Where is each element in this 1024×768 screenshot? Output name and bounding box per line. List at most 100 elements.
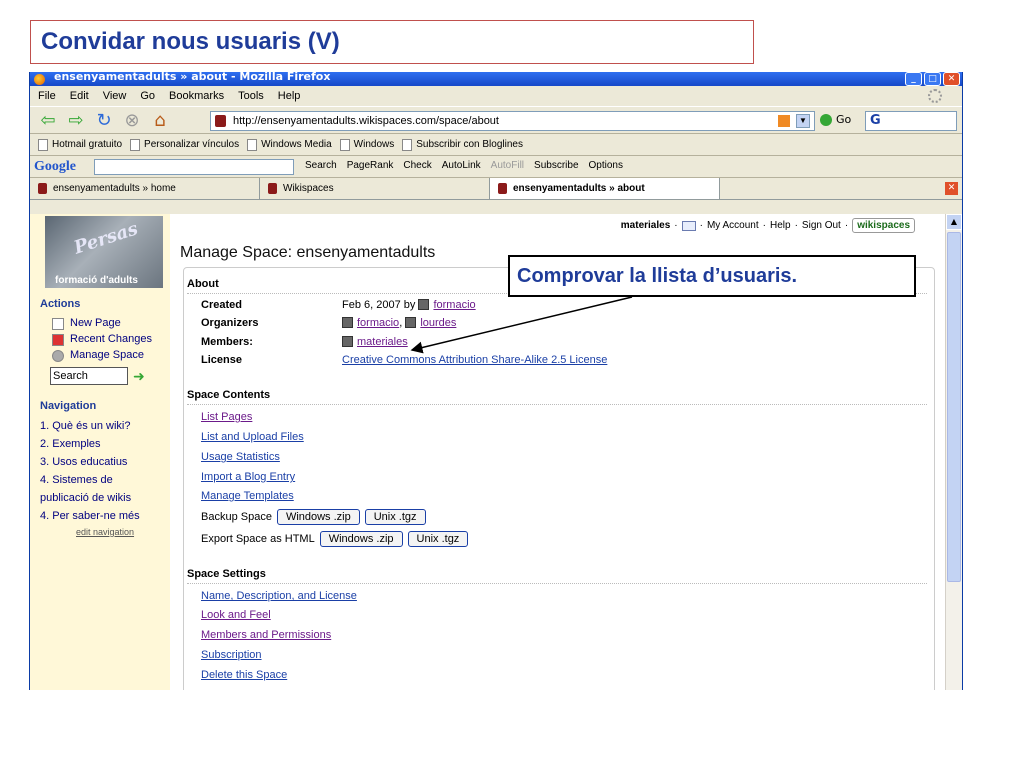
url-dropdown-icon[interactable]: ▼: [796, 114, 810, 128]
menu-view[interactable]: View: [103, 90, 127, 102]
forward-arrow-icon[interactable]: ⇨: [64, 109, 88, 131]
search-go-arrow-icon[interactable]: ➜: [133, 369, 145, 383]
scroll-thumb[interactable]: [947, 232, 961, 582]
edit-navigation-link[interactable]: edit navigation: [76, 527, 134, 537]
back-arrow-icon[interactable]: ⇦: [36, 109, 60, 131]
sidebar-search-input[interactable]: Search: [50, 367, 128, 385]
recent-changes-link[interactable]: Recent Changes: [70, 333, 152, 345]
list-upload-files-link[interactable]: List and Upload Files: [201, 431, 304, 443]
site-logo[interactable]: Persas formació d'adults: [45, 216, 163, 288]
menu-help[interactable]: Help: [278, 90, 301, 102]
list-pages-link[interactable]: List Pages: [201, 411, 252, 423]
maximize-button[interactable]: □: [924, 72, 941, 86]
scroll-up-icon[interactable]: ▲: [946, 214, 962, 230]
autofill-button[interactable]: AutoFill: [491, 160, 524, 171]
pagerank-indicator[interactable]: PageRank: [347, 160, 394, 171]
my-account-link[interactable]: My Account: [707, 220, 759, 231]
tab-wikispaces[interactable]: Wikispaces: [260, 178, 490, 199]
autolink-button[interactable]: AutoLink: [442, 160, 481, 171]
window-title: ensenyamentadults » about - Mozilla Fire…: [54, 72, 331, 83]
license-link[interactable]: Creative Commons Attribution Share-Alike…: [342, 354, 607, 366]
mail-icon[interactable]: [681, 220, 696, 231]
about-heading: About: [187, 278, 219, 290]
nav-item-publicacio[interactable]: publicació de wikis: [40, 492, 131, 504]
new-page-link[interactable]: New Page: [70, 317, 121, 329]
google-search-field[interactable]: [94, 159, 294, 175]
name-description-license-link[interactable]: Name, Description, and License: [201, 590, 357, 602]
navigation-toolbar: ⇦ ⇨ ↻ ⊗ ⌂ http://ensenyamentadults.wikis…: [30, 106, 962, 134]
tab-about[interactable]: ensenyamentadults » about: [490, 178, 720, 199]
nav-item-saber[interactable]: 4. Per saber-ne més: [40, 510, 140, 522]
menu-go[interactable]: Go: [140, 90, 155, 102]
menu-bookmarks[interactable]: Bookmarks: [169, 90, 224, 102]
vertical-scrollbar[interactable]: ▲: [945, 214, 962, 690]
page-icon: [38, 138, 48, 151]
close-window-button[interactable]: ✕: [943, 72, 960, 86]
minimize-button[interactable]: _: [905, 72, 922, 86]
organizer-link[interactable]: lourdes: [420, 317, 456, 329]
wikispaces-favicon-icon: [498, 183, 507, 194]
manage-templates-link[interactable]: Manage Templates: [201, 490, 294, 502]
bookmark-item[interactable]: Hotmail gratuito: [38, 138, 122, 151]
username-link[interactable]: materiales: [621, 220, 670, 231]
bookmark-item[interactable]: Windows: [339, 138, 394, 151]
user-icon: [342, 317, 353, 328]
import-blog-entry-link[interactable]: Import a Blog Entry: [201, 471, 295, 483]
subscribe-button[interactable]: Subscribe: [534, 160, 578, 171]
sidebar: Persas formació d'adults Actions New Pag…: [30, 214, 170, 690]
menu-tools[interactable]: Tools: [238, 90, 264, 102]
wikispaces-button[interactable]: wikispaces: [852, 218, 915, 233]
url-bar[interactable]: http://ensenyamentadults.wikispaces.com/…: [210, 111, 815, 131]
rss-feed-icon[interactable]: [778, 115, 790, 127]
google-toolbar: Google Search PageRank Check AutoLink Au…: [30, 156, 962, 178]
throbber-icon: [928, 89, 942, 103]
go-icon[interactable]: [820, 113, 832, 126]
export-unix-tgz-button[interactable]: Unix .tgz: [407, 531, 469, 547]
subscription-link[interactable]: Subscription: [201, 649, 262, 661]
google-logo[interactable]: Google: [34, 159, 76, 175]
bookmark-item[interactable]: Subscribir con Bloglines: [402, 138, 523, 151]
members-permissions-link[interactable]: Members and Permissions: [201, 629, 331, 641]
calendar-icon: [52, 334, 64, 346]
export-windows-zip-button[interactable]: Windows .zip: [319, 531, 403, 547]
nav-item-wiki[interactable]: 1. Què és un wiki?: [40, 420, 131, 432]
member-link[interactable]: materiales: [357, 336, 408, 348]
stop-icon[interactable]: ⊗: [120, 109, 144, 131]
nav-item-sistemes[interactable]: 4. Sistemes de: [40, 474, 113, 486]
menu-edit[interactable]: Edit: [70, 90, 89, 102]
spell-check-button[interactable]: Check: [403, 160, 431, 171]
manage-panel: [183, 267, 935, 690]
search-engine-box[interactable]: G: [865, 111, 957, 131]
created-label: Created: [201, 299, 242, 311]
menu-bar: File Edit View Go Bookmarks Tools Help: [30, 86, 962, 106]
bookmark-item[interactable]: Windows Media: [247, 138, 332, 151]
menu-file[interactable]: File: [38, 90, 56, 102]
google-search-button[interactable]: Search: [305, 160, 337, 171]
nav-item-usos[interactable]: 3. Usos educatius: [40, 456, 127, 468]
delete-space-link[interactable]: Delete this Space: [201, 669, 287, 681]
reload-icon[interactable]: ↻: [92, 109, 116, 131]
space-contents-heading: Space Contents: [187, 389, 271, 401]
backup-unix-tgz-button[interactable]: Unix .tgz: [364, 509, 426, 525]
backup-windows-zip-button[interactable]: Windows .zip: [276, 509, 360, 525]
go-button[interactable]: Go: [836, 113, 851, 126]
bookmark-item[interactable]: Personalizar vínculos: [130, 138, 239, 151]
look-and-feel-link[interactable]: Look and Feel: [201, 609, 271, 621]
page-title: Manage Space: ensenyamentadults: [180, 244, 436, 261]
sign-out-link[interactable]: Sign Out: [802, 220, 841, 231]
bookmarks-toolbar: Hotmail gratuito Personalizar vínculos W…: [30, 134, 962, 156]
close-tab-icon[interactable]: ✕: [945, 182, 958, 195]
navigation-heading: Navigation: [40, 400, 97, 412]
options-button[interactable]: Options: [589, 160, 623, 171]
help-link[interactable]: Help: [770, 220, 791, 231]
tab-home[interactable]: ensenyamentadults » home: [30, 178, 260, 199]
creator-link[interactable]: formacio: [433, 299, 475, 311]
gear-icon: [52, 350, 64, 362]
site-favicon-icon: [215, 115, 226, 127]
organizer-link[interactable]: formacio: [357, 317, 399, 329]
page-icon: [339, 138, 350, 151]
home-icon[interactable]: ⌂: [148, 109, 172, 131]
usage-statistics-link[interactable]: Usage Statistics: [201, 451, 280, 463]
manage-space-link[interactable]: Manage Space: [70, 349, 144, 361]
nav-item-exemples[interactable]: 2. Exemples: [40, 438, 101, 450]
